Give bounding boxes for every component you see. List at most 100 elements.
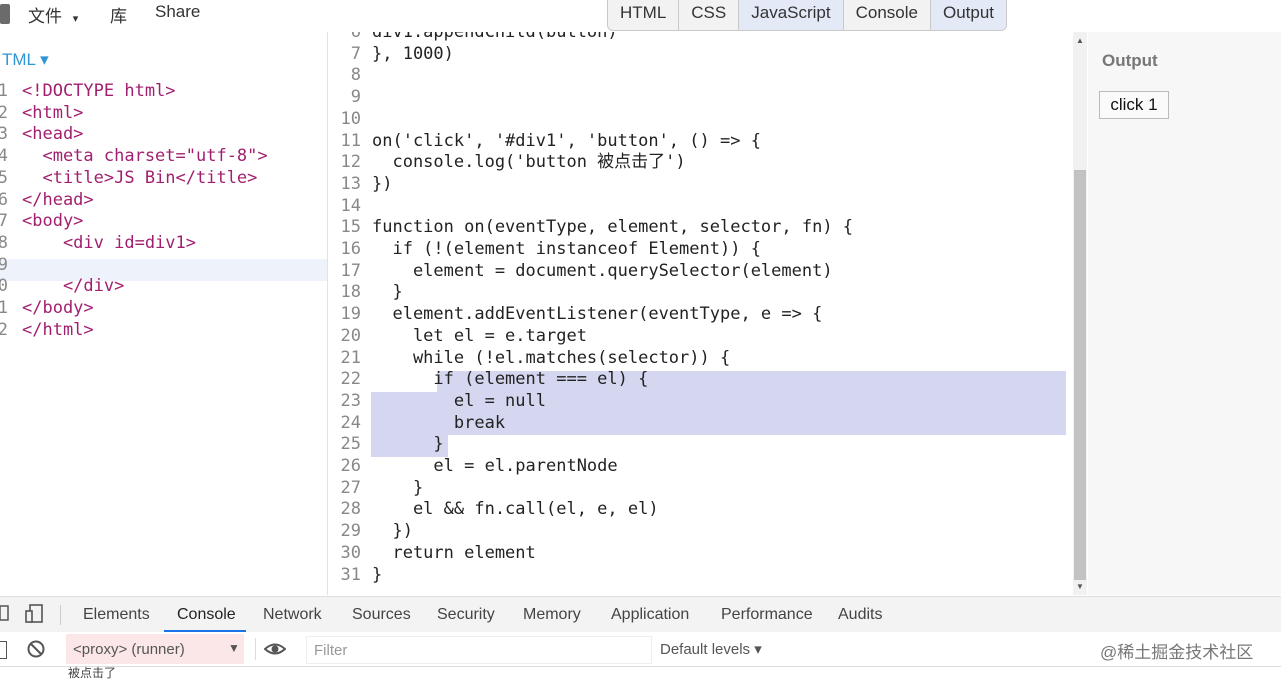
watermark: @稀土掘金技术社区 <box>1100 643 1254 662</box>
code-line: el = null <box>372 390 546 411</box>
filter-input[interactable]: Filter <box>306 636 652 664</box>
panel-tabs: HTML CSS JavaScript Console Output <box>607 0 1008 31</box>
code-line: return element <box>372 542 536 563</box>
line-number: 11 <box>340 130 361 151</box>
code-line: element = document.querySelector(element… <box>372 260 833 281</box>
code-line: div1.appendChild(button) <box>372 32 618 42</box>
line-number: 24 <box>340 412 361 433</box>
devtools-tab-security[interactable]: Security <box>437 606 495 624</box>
menu-file[interactable]: 文件 ▾ <box>28 2 78 27</box>
code-line: } <box>372 282 403 303</box>
output-panel: Output click 1 <box>1088 32 1281 595</box>
context-label: <proxy> (runner) <box>73 641 185 658</box>
line-number: 28 <box>340 499 361 520</box>
devtools-tab-network[interactable]: Network <box>263 606 322 624</box>
menu-library[interactable]: 库 <box>110 2 127 27</box>
tab-console[interactable]: Console <box>844 0 931 30</box>
code-line: </html> <box>22 319 94 340</box>
devtools-tab-audits[interactable]: Audits <box>838 606 882 624</box>
console-output: 被点击了 <box>0 666 1281 680</box>
editor-scrollbar[interactable]: ▲ ▼ <box>1073 32 1087 595</box>
line-number: 8 <box>350 65 361 86</box>
line-number: 16 <box>340 239 361 259</box>
tab-html[interactable]: HTML <box>608 0 680 30</box>
code-line: el = el.parentNode <box>372 456 618 476</box>
code-line: el && fn.call(el, e, el) <box>372 499 659 520</box>
devtools-tabbar: Elements Console Network Sources Securit… <box>0 596 1281 634</box>
code-line: let el = e.target <box>372 325 587 346</box>
code-line: if (element === el) { <box>372 369 649 390</box>
line-number: 27 <box>340 477 361 498</box>
scroll-down-icon[interactable]: ▼ <box>1073 582 1087 591</box>
click-button[interactable]: click 1 <box>1099 91 1169 119</box>
line-number: 6 <box>0 189 8 210</box>
devtools-tab-console[interactable]: Console <box>177 606 236 624</box>
line-number: 20 <box>340 325 361 346</box>
console-log-entry: 被点击了 <box>68 666 117 680</box>
code-line: }) <box>372 521 413 542</box>
code-line: if (!(element instanceof Element)) { <box>372 239 761 259</box>
tab-css[interactable]: CSS <box>679 0 740 30</box>
code-line: element.addEventListener(eventType, e =>… <box>372 304 823 325</box>
code-line: <head> <box>22 124 84 145</box>
code-line: on('click', '#div1', 'button', () => { <box>372 130 761 151</box>
device-icon[interactable] <box>24 603 46 630</box>
line-number: 23 <box>340 390 361 411</box>
app-topbar: 文件 ▾ 库 Share HTML CSS JavaScript Console… <box>0 0 1281 32</box>
code-line: <body> <box>22 211 84 232</box>
inspect-icon[interactable] <box>0 603 10 628</box>
devtools-tab-memory[interactable]: Memory <box>523 606 581 624</box>
tab-javascript[interactable]: JavaScript <box>739 0 844 30</box>
log-levels-dropdown[interactable]: Default levels ▾ <box>660 640 762 658</box>
context-selector[interactable]: <proxy> (runner) ▼ <box>66 634 244 664</box>
code-line: function on(eventType, element, selector… <box>372 217 854 238</box>
code-line: <!DOCTYPE html> <box>22 81 176 101</box>
line-number: 17 <box>340 260 361 281</box>
line-number: 21 <box>340 347 361 368</box>
output-title: Output <box>1102 51 1158 70</box>
line-number: 26 <box>340 456 361 476</box>
devtools-tab-sources[interactable]: Sources <box>352 606 411 624</box>
html-panel-title[interactable]: TML ▾ <box>2 50 49 70</box>
scroll-up-icon[interactable]: ▲ <box>1073 36 1087 45</box>
chevron-down-icon: ▾ <box>72 13 79 25</box>
chevron-down-icon: ▼ <box>228 641 240 655</box>
code-line: console.log('button 被点击了') <box>372 152 686 173</box>
code-line: <div id=div1> <box>22 232 196 253</box>
line-number: 25 <box>340 434 361 455</box>
line-number: 30 <box>340 542 361 563</box>
code-line: </body> <box>22 298 94 318</box>
js-editor[interactable]: 6 div1.appendChild(button) 7}, 1000) 8 9 10 11… <box>328 32 1073 595</box>
line-number: 18 <box>340 282 361 303</box>
devtools-tab-application[interactable]: Application <box>611 606 689 624</box>
clear-icon[interactable] <box>26 639 46 663</box>
devtools-tab-performance[interactable]: Performance <box>721 606 813 624</box>
devtools-tab-elements[interactable]: Elements <box>83 606 150 624</box>
scrollbar-thumb[interactable] <box>1074 170 1086 580</box>
sidebar-toggle-icon[interactable] <box>0 641 7 659</box>
line-number: 2 <box>0 319 8 340</box>
divider <box>60 605 61 625</box>
line-number: 1 <box>0 81 8 101</box>
logo-icon <box>0 4 10 24</box>
line-number: 13 <box>340 173 361 194</box>
line-number: 7 <box>0 211 8 232</box>
menu-share[interactable]: Share <box>155 2 200 22</box>
line-number: 10 <box>340 108 361 129</box>
line-number: 0 <box>0 276 8 297</box>
console-toolbar: <proxy> (runner) ▼ Filter Default levels… <box>0 632 1281 667</box>
line-number: 8 <box>0 232 8 253</box>
eye-icon[interactable] <box>263 640 287 662</box>
divider <box>255 638 256 660</box>
tab-output[interactable]: Output <box>931 0 1007 30</box>
html-editor[interactable]: TML ▾ 1 <!DOCTYPE html> 2 <html> 3 <head> 4 <m… <box>0 32 328 595</box>
line-number: 9 <box>350 87 361 108</box>
line-number: 2 <box>0 102 8 123</box>
code-line: while (!el.matches(selector)) { <box>372 347 731 368</box>
line-number: 9 <box>0 254 8 275</box>
line-number: 31 <box>340 564 361 585</box>
line-number: 22 <box>340 369 361 390</box>
code-line: </div> <box>22 276 125 297</box>
code-line: } <box>372 564 383 585</box>
filter-placeholder: Filter <box>314 642 348 659</box>
